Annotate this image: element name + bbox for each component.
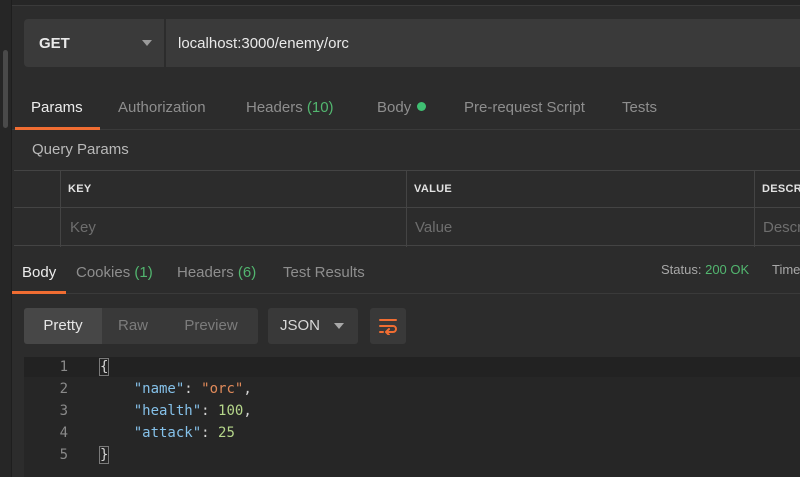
format-select[interactable]: JSON [268,308,358,344]
active-response-tab-indicator [12,291,66,294]
open-brace: { [98,358,110,376]
query-params-table: KEY VALUE DESCRI Key Value Descri [14,170,800,247]
preview-button[interactable]: Preview [164,308,258,344]
tab-test-results[interactable]: Test Results [283,254,365,294]
status-badge: 200 OK [705,262,750,277]
tab-strip [12,0,800,6]
url-input[interactable]: localhost:3000/enemy/orc [166,19,800,67]
tab-response-body[interactable]: Body [22,254,56,294]
line-number: 4 [59,425,68,441]
code-line: { [98,357,110,379]
line-number: 3 [59,403,68,419]
column-header-description: DESCRI [762,183,800,195]
json-value: 25 [218,425,235,441]
json-key: "attack" [133,425,202,441]
request-tabs: Params Authorization Headers (10) Body P… [12,86,800,130]
format-label: JSON [280,317,321,334]
wrap-lines-icon [379,319,397,335]
left-panel-edge [0,0,12,477]
tab-body[interactable]: Body [377,86,427,130]
method-select[interactable]: GET [24,19,164,67]
table-row: Key Value Descri [14,209,800,246]
json-value: "orc" [201,381,244,397]
table-header-row: KEY VALUE DESCRI [14,171,800,208]
json-key: "health" [133,403,202,419]
response-tabs: Body Cookies (1) Headers (6) Test Result… [12,254,800,294]
chevron-down-icon [142,40,152,46]
query-params-title: Query Params [32,141,129,158]
response-body-editor[interactable]: 1 2 3 4 5 { "name": "orc", "health": 100… [24,357,800,477]
tab-authorization[interactable]: Authorization [118,86,206,130]
key-input[interactable]: Key [70,219,96,236]
tab-pre-request-script[interactable]: Pre-request Script [464,86,585,130]
column-header-value: VALUE [414,183,452,195]
line-number: 1 [59,359,68,375]
code-line: } [98,445,110,467]
code-line: "attack": 25 [133,425,235,441]
headers-count: (10) [306,99,334,116]
close-brace: } [98,446,110,464]
tab-params[interactable]: Params [31,86,83,130]
pretty-button[interactable]: Pretty [24,308,102,344]
response-headers-count: (6) [237,264,257,281]
active-tab-indicator [15,127,100,130]
url-text: localhost:3000/enemy/orc [178,34,349,52]
value-input[interactable]: Value [415,219,452,236]
tab-cookies[interactable]: Cookies (1) [76,254,153,294]
tab-response-headers[interactable]: Headers (6) [177,254,256,294]
scrollbar-thumb[interactable] [3,50,8,128]
time-label: Time [772,262,800,277]
json-key: "name" [133,381,185,397]
raw-button[interactable]: Raw [102,308,164,344]
status-readout: Status: 200 OK [661,254,749,286]
body-indicator-dot-icon [417,102,427,111]
wrap-lines-button[interactable] [370,308,406,344]
view-mode-group: Pretty Raw Preview [24,308,258,344]
tab-tests[interactable]: Tests [622,86,657,130]
line-number: 2 [59,381,68,397]
line-number: 5 [59,447,68,463]
status-label: Status: [661,262,702,277]
description-input[interactable]: Descri [763,219,800,236]
tab-headers[interactable]: Headers (10) [246,86,334,130]
cookies-count: (1) [134,264,153,281]
code-line: "health": 100, [133,403,252,419]
column-header-key: KEY [68,183,92,195]
code-line: "name": "orc", [133,381,252,397]
active-line-highlight [24,357,800,377]
json-value: 100 [218,403,244,419]
method-label: GET [39,34,70,52]
chevron-down-icon [334,323,344,329]
